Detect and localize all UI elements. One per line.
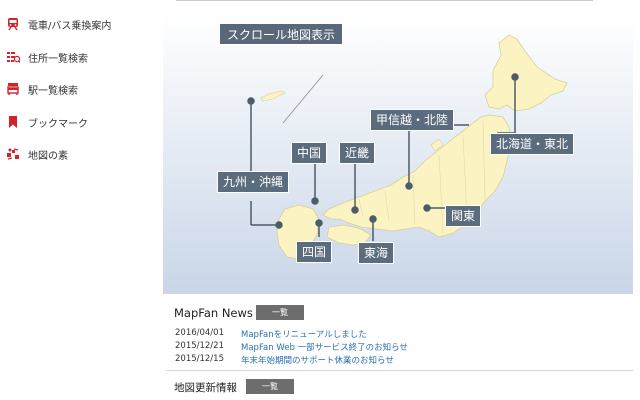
sidebar-item-label: 電車/バス乗換案内 — [28, 20, 112, 32]
sidebar-item-station-search[interactable]: 駅一覧検索 — [6, 79, 78, 99]
news-item: 2015/12/15 年末年始期間のサポート休業のお知らせ — [175, 354, 394, 366]
sidebar-item-address-search[interactable]: 住所一覧検索 — [6, 47, 88, 67]
scroll-map-button[interactable]: スクロール地図表示 — [219, 23, 344, 45]
news-date: 2016/04/01 — [175, 328, 224, 338]
sidebar-item-transit[interactable]: 電車/バス乗換案内 — [6, 14, 111, 34]
news-link[interactable]: 年末年始期間のサポート休業のお知らせ — [241, 354, 394, 366]
sidebar-item-map-elements[interactable]: 地図の素 — [6, 144, 68, 164]
news-title: MapFan News — [174, 306, 253, 320]
page: 電車/バス乗換案内 住所一覧検索 駅一覧検索 ブックマーク 地図の素 スクロール… — [0, 0, 640, 400]
news-link[interactable]: MapFan Web 一部サービス終了のお知らせ — [241, 341, 408, 353]
region-kyushu-okinawa[interactable]: 九州・沖縄 — [217, 171, 290, 193]
region-kanto[interactable]: 関東 — [445, 205, 482, 227]
map-update-list-button[interactable]: 一覧 — [246, 379, 294, 394]
region-kinki[interactable]: 近畿 — [339, 142, 376, 164]
station-icon — [7, 83, 19, 95]
map-update-title: 地図更新情報 — [174, 382, 237, 394]
sidebar-item-label: 住所一覧検索 — [28, 53, 88, 65]
news-item: 2015/12/21 MapFan Web 一部サービス終了のお知らせ — [175, 341, 408, 353]
news-list-button[interactable]: 一覧 — [256, 305, 304, 320]
sidebar: 電車/バス乗換案内 住所一覧検索 駅一覧検索 ブックマーク 地図の素 — [0, 0, 163, 400]
sidebar-item-bookmark[interactable]: ブックマーク — [6, 112, 88, 132]
sidebar-item-label: 地図の素 — [28, 150, 68, 162]
bookmark-icon — [9, 116, 17, 128]
sidebar-item-label: 駅一覧検索 — [28, 85, 78, 97]
region-shikoku[interactable]: 四国 — [296, 241, 333, 263]
header-divider — [176, 0, 593, 1]
region-hokkaido-tohoku[interactable]: 北海道・東北 — [490, 133, 575, 155]
region-tokai[interactable]: 東海 — [358, 242, 395, 264]
map-elements-icon — [7, 148, 19, 160]
region-koshinetsu-hokuriku[interactable]: 甲信越・北陸 — [370, 109, 455, 131]
news-date: 2015/12/21 — [175, 341, 224, 351]
news-link[interactable]: MapFanをリニューアルしました — [241, 328, 367, 340]
train-icon — [8, 18, 18, 31]
section-divider — [166, 370, 633, 371]
news-date: 2015/12/15 — [175, 354, 224, 364]
region-chugoku[interactable]: 中国 — [291, 142, 328, 164]
address-list-icon — [7, 52, 20, 63]
news-item: 2016/04/01 MapFanをリニューアルしました — [175, 328, 367, 340]
sidebar-item-label: ブックマーク — [28, 118, 88, 130]
japan-region-map[interactable]: スクロール地図表示 北海道・東北 甲信越・北陸 中国 近畿 九州・沖縄 関東 四… — [163, 13, 633, 294]
